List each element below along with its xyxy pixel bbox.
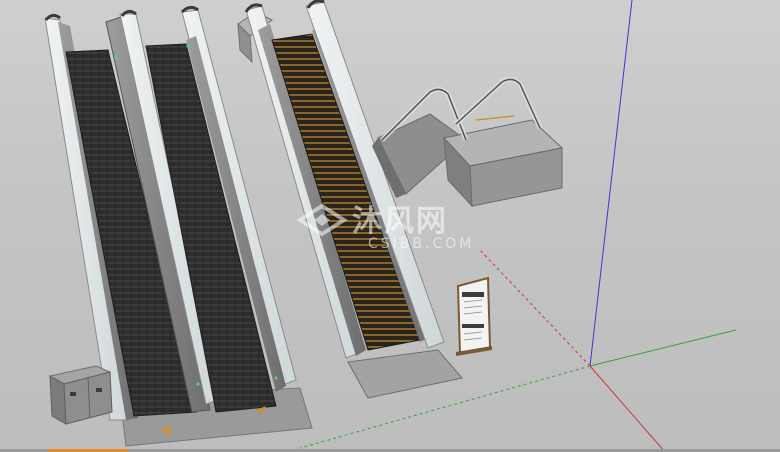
watermark: 沐风网 CSIBB.COM [300, 196, 474, 252]
escalator-top-landing [372, 76, 564, 208]
watermark-subtext: CSIBB.COM [368, 236, 475, 252]
axis-red-dashed [479, 249, 591, 367]
axis-green [589, 329, 737, 367]
axis-red [589, 365, 666, 452]
axis-blue [589, 0, 633, 367]
watermark-text: 沐风网 [352, 204, 448, 239]
control-cabinet [48, 365, 113, 425]
info-sign-stand [456, 276, 492, 356]
3d-viewport[interactable]: 沐风网 CSIBB.COM [0, 0, 780, 452]
